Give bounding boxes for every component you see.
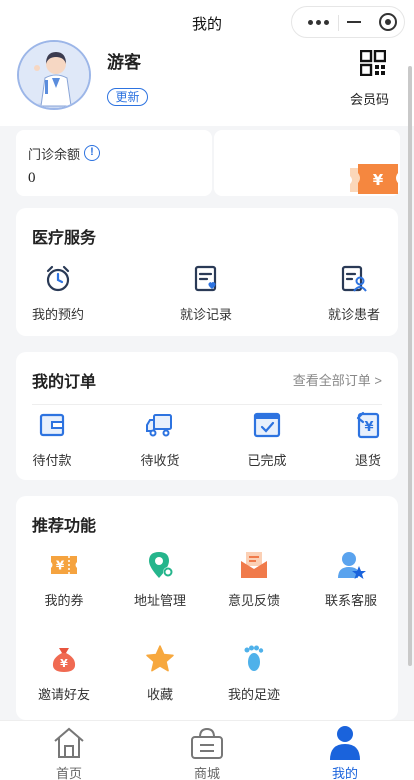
item-label: 我的券 <box>44 593 84 608</box>
item-label: 就诊患者 <box>327 307 380 322</box>
item-label: 待付款 <box>32 453 72 468</box>
favorites-item[interactable]: 收藏 <box>120 644 200 703</box>
update-button[interactable]: 更新 <box>107 88 148 106</box>
my-appointments-item[interactable]: 我的预约 <box>18 264 98 323</box>
balance-value: 0 <box>28 170 36 186</box>
money-bag-icon: ¥ <box>52 648 76 672</box>
avatar[interactable] <box>17 40 91 110</box>
medical-record-icon <box>194 265 217 292</box>
refund-icon: ¥ <box>356 411 380 439</box>
pending-payment-item[interactable]: 待付款 <box>12 410 92 469</box>
tab-home[interactable]: 首页 <box>29 721 109 780</box>
customer-service-icon <box>338 552 366 579</box>
address-management-item[interactable]: 地址管理 <box>120 550 200 609</box>
item-label: 联系客服 <box>324 593 377 608</box>
invite-friends-item[interactable]: ¥ 邀请好友 <box>24 644 104 703</box>
mini-program-capsule <box>291 6 405 38</box>
money-bag-symbol: ¥ <box>60 657 68 670</box>
footprints-item[interactable]: 我的足迹 <box>214 644 294 703</box>
scrollbar[interactable] <box>408 66 412 666</box>
customer-service-item[interactable]: 联系客服 <box>311 550 391 609</box>
member-code-button[interactable]: 会员码 <box>350 50 396 110</box>
coupon-ticket-icon: ¥ <box>350 164 398 194</box>
medical-services-card: 医疗服务 我的预约 就诊记录 就诊患者 <box>16 208 398 336</box>
tab-mine[interactable]: 我的 <box>305 721 385 780</box>
shopping-bag-icon <box>191 727 223 759</box>
top-navigation-bar: 我的 <box>0 0 414 44</box>
completed-check-icon <box>253 412 281 438</box>
patient-card-icon <box>341 265 367 292</box>
patients-item[interactable]: 就诊患者 <box>314 264 394 323</box>
tab-label: 我的 <box>331 766 358 780</box>
wallet-icon <box>39 413 65 437</box>
member-code-label: 会员码 <box>350 92 390 107</box>
item-label: 已完成 <box>247 453 287 468</box>
delivery-truck-icon <box>146 414 172 437</box>
minimize-button[interactable] <box>338 7 370 37</box>
info-icon[interactable]: ! <box>84 145 100 161</box>
home-icon <box>54 727 84 758</box>
section-title: 医疗服务 <box>32 230 97 247</box>
item-label: 我的预约 <box>31 307 84 322</box>
tab-mall[interactable]: 商城 <box>167 721 247 780</box>
feedback-item[interactable]: 意见反馈 <box>214 550 294 609</box>
visit-records-item[interactable]: 就诊记录 <box>166 264 246 323</box>
coupon-ticket-symbol: ¥ <box>373 171 384 189</box>
username: 游客 <box>107 53 141 72</box>
my-coupons-item[interactable]: ¥ 我的券 <box>24 550 104 609</box>
section-title: 我的订单 <box>32 374 97 391</box>
clinic-balance-card[interactable]: 门诊余额 ! 0 <box>16 130 212 196</box>
coupon-banner[interactable]: ¥ <box>214 130 400 196</box>
user-icon <box>330 726 360 760</box>
item-label: 我的足迹 <box>227 687 280 702</box>
profile-header: 游客 更新 会员码 <box>0 40 414 126</box>
balance-label: 门诊余额 <box>28 147 81 162</box>
my-orders-card: 我的订单 查看全部订单 > 待付款 待收货 已完成 ¥ 退货 <box>16 352 398 480</box>
bottom-tab-bar: 首页 商城 我的 <box>0 720 414 780</box>
item-label: 收藏 <box>146 687 173 702</box>
item-label: 地址管理 <box>133 593 186 608</box>
divider <box>32 404 382 405</box>
more-options-button[interactable] <box>302 7 338 37</box>
completed-item[interactable]: 已完成 <box>227 410 307 469</box>
feedback-mail-icon <box>241 552 267 578</box>
item-label: 意见反馈 <box>227 593 280 608</box>
view-all-orders-link[interactable]: 查看全部订单 > <box>293 370 382 389</box>
alarm-clock-icon <box>46 265 70 292</box>
recommended-functions-card: 推荐功能 ¥ 我的券 地址管理 意见反馈 联系客服 ¥ 邀请好友 收藏 我的足迹 <box>16 496 398 720</box>
coupon-symbol: ¥ <box>56 559 65 573</box>
item-label: 就诊记录 <box>179 307 232 322</box>
qr-code-icon <box>360 50 386 76</box>
item-label: 退货 <box>354 453 381 468</box>
refund-symbol: ¥ <box>364 420 373 435</box>
close-button[interactable] <box>372 7 404 37</box>
coupon-icon: ¥ <box>51 556 77 574</box>
location-pin-icon <box>149 552 173 578</box>
item-label: 邀请好友 <box>37 687 90 702</box>
footprint-icon <box>244 645 264 671</box>
returns-item[interactable]: ¥ 退货 <box>328 410 408 469</box>
section-title: 推荐功能 <box>32 518 97 535</box>
tab-label: 首页 <box>55 766 82 780</box>
tab-label: 商城 <box>193 766 220 780</box>
item-label: 待收货 <box>140 453 180 468</box>
star-icon <box>146 645 174 672</box>
pending-receipt-item[interactable]: 待收货 <box>120 410 200 469</box>
